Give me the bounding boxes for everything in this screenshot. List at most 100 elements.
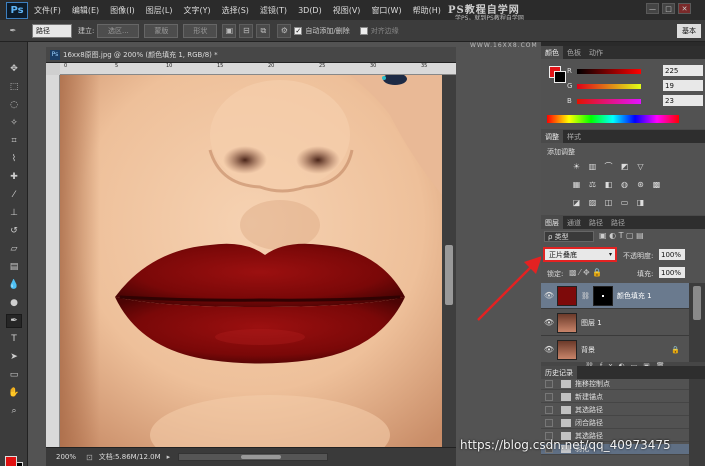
eraser-tool-icon[interactable]: ▱ [6, 242, 22, 256]
eyedropper-tool-icon[interactable]: ⌇ [6, 152, 22, 166]
tab-color[interactable]: 颜色 [541, 46, 563, 59]
shape-button[interactable]: 形状 [183, 23, 218, 38]
marquee-tool-icon[interactable]: ⬚ [6, 80, 22, 94]
eye-icon[interactable]: 👁 [541, 291, 557, 300]
menu-help[interactable]: 帮助(H) [413, 5, 441, 16]
photo-filter-icon[interactable]: ◍ [619, 179, 630, 189]
opacity-input[interactable]: 100% [659, 249, 685, 260]
menu-image[interactable]: 图像(I) [110, 5, 135, 16]
image-canvas[interactable] [60, 75, 442, 447]
align-edges-checkbox[interactable] [359, 26, 368, 35]
menu-type[interactable]: 文字(Y) [183, 5, 210, 16]
history-brush-tool-icon[interactable]: ↺ [6, 224, 22, 238]
auto-add-checkbox[interactable]: ✓ [294, 26, 303, 35]
gradient-tool-icon[interactable]: ▤ [6, 260, 22, 274]
layer-row-background[interactable]: 👁 背景 🔒 [541, 337, 689, 363]
path-alignment-icon[interactable]: ⊟ [239, 23, 254, 38]
history-item[interactable]: 闭合路径 [541, 418, 689, 429]
zoom-tool-icon[interactable]: ⌕ [6, 404, 22, 418]
scrollbar-thumb[interactable] [241, 455, 282, 459]
menu-edit[interactable]: 编辑(E) [72, 5, 99, 16]
minimize-button[interactable]: — [646, 3, 659, 14]
status-menu-arrow-icon[interactable]: ▸ [167, 453, 171, 461]
healing-brush-tool-icon[interactable]: ✚ [6, 170, 22, 184]
menu-file[interactable]: 文件(F) [34, 5, 61, 16]
hue-saturation-icon[interactable]: ▦ [571, 179, 582, 189]
layers-scrollbar[interactable] [689, 283, 705, 363]
pen-tool-icon[interactable]: ✒ [6, 314, 22, 328]
channel-mixer-icon[interactable]: ⊛ [635, 179, 646, 189]
blend-mode-select[interactable]: 正片叠底 ▾ [543, 247, 617, 262]
path-operations-icon[interactable]: ▣ [222, 23, 237, 38]
brightness-icon[interactable]: ☀ [571, 161, 582, 171]
history-snapshot-checkbox[interactable] [545, 393, 553, 401]
tab-channels[interactable]: 通道 [563, 216, 585, 229]
layer-row-layer1[interactable]: 👁 图层 1 [541, 310, 689, 336]
fill-input[interactable]: 100% [659, 267, 685, 278]
gear-icon[interactable]: ⚙ [277, 23, 292, 38]
history-item[interactable]: 拖移控制点 [541, 379, 689, 390]
curves-icon[interactable]: ⌒ [603, 161, 614, 171]
gradient-map-icon[interactable]: ▭ [619, 197, 630, 207]
zoom-level[interactable]: 200% [56, 453, 86, 461]
eye-icon[interactable]: 👁 [541, 318, 557, 327]
scrollbar-thumb[interactable] [693, 286, 701, 320]
horizontal-ruler[interactable]: 0 5 10 15 20 25 30 35 [60, 63, 456, 75]
history-snapshot-checkbox[interactable] [545, 380, 553, 388]
menu-filter[interactable]: 滤镜(T) [260, 5, 287, 16]
green-value-input[interactable]: 19 [663, 80, 703, 91]
color-spectrum-bar[interactable] [547, 115, 679, 123]
lasso-tool-icon[interactable]: ◌ [6, 98, 22, 112]
eye-icon[interactable]: 👁 [541, 345, 557, 354]
black-white-icon[interactable]: ◧ [603, 179, 614, 189]
menu-window[interactable]: 窗口(W) [371, 5, 401, 16]
tab-history[interactable]: 历史记录 [541, 366, 577, 379]
tab-swatches[interactable]: 色板 [563, 46, 585, 59]
background-color-swatch[interactable] [554, 71, 566, 83]
color-balance-icon[interactable]: ⚖ [587, 179, 598, 189]
hand-tool-icon[interactable]: ✋ [6, 386, 22, 400]
tab-properties[interactable]: 路径 [585, 216, 607, 229]
rectangle-tool-icon[interactable]: ▭ [6, 368, 22, 382]
path-arrangement-icon[interactable]: ⧉ [256, 23, 271, 38]
tab-adjustments[interactable]: 调整 [541, 130, 563, 143]
red-value-input[interactable]: 225 [663, 65, 703, 76]
history-item[interactable]: 新建锚点 [541, 392, 689, 403]
menu-3d[interactable]: 3D(D) [298, 6, 322, 15]
workspace-select[interactable]: 基本 [677, 24, 701, 38]
tab-paths[interactable]: 路径 [607, 216, 629, 229]
history-snapshot-checkbox[interactable] [545, 406, 553, 414]
maximize-button[interactable]: □ [662, 3, 675, 14]
selective-color-icon[interactable]: ◨ [635, 197, 646, 207]
move-tool-icon[interactable]: ✥ [6, 62, 22, 76]
dodge-tool-icon[interactable]: ● [6, 296, 22, 310]
menu-layer[interactable]: 图层(L) [146, 5, 173, 16]
tab-layers[interactable]: 图层 [541, 216, 563, 229]
vertical-ruler[interactable] [46, 75, 60, 447]
foreground-color-swatch[interactable] [5, 456, 17, 466]
status-icon[interactable]: ⊡ [86, 453, 93, 462]
path-selection-tool-icon[interactable]: ➤ [6, 350, 22, 364]
tab-styles[interactable]: 样式 [563, 130, 585, 143]
exposure-icon[interactable]: ◩ [619, 161, 630, 171]
scrollbar-thumb[interactable] [445, 245, 453, 305]
selection-button[interactable]: 选区... [97, 23, 140, 38]
tab-actions[interactable]: 动作 [585, 46, 607, 59]
levels-icon[interactable]: ▥ [587, 161, 598, 171]
color-lookup-icon[interactable]: ▩ [651, 179, 662, 189]
brush-tool-icon[interactable]: ⁄ [6, 188, 22, 202]
blur-tool-icon[interactable]: 💧 [6, 278, 22, 292]
layer-mask-thumbnail[interactable] [592, 285, 613, 306]
history-scrollbar[interactable] [689, 379, 705, 466]
vibrance-icon[interactable]: ▽ [635, 161, 646, 171]
type-tool-icon[interactable]: T [6, 332, 22, 346]
document-tab[interactable]: Ps 16xx8原图.jpg @ 200% (颜色填充 1, RGB/8) * [46, 47, 456, 63]
path-mode-select[interactable]: 路径 [32, 23, 72, 38]
threshold-icon[interactable]: ◫ [603, 197, 614, 207]
blue-slider[interactable] [577, 98, 641, 104]
lock-icons[interactable]: ▩ ⁄ ✥ 🔒 [569, 268, 602, 277]
blue-value-input[interactable]: 23 [663, 95, 703, 106]
menu-view[interactable]: 视图(V) [333, 5, 361, 16]
layer-kind-filter[interactable]: ρ 类型 [544, 231, 594, 242]
layer-row-color-fill[interactable]: 👁 ⛓ 颜色填充 1 [541, 283, 689, 309]
